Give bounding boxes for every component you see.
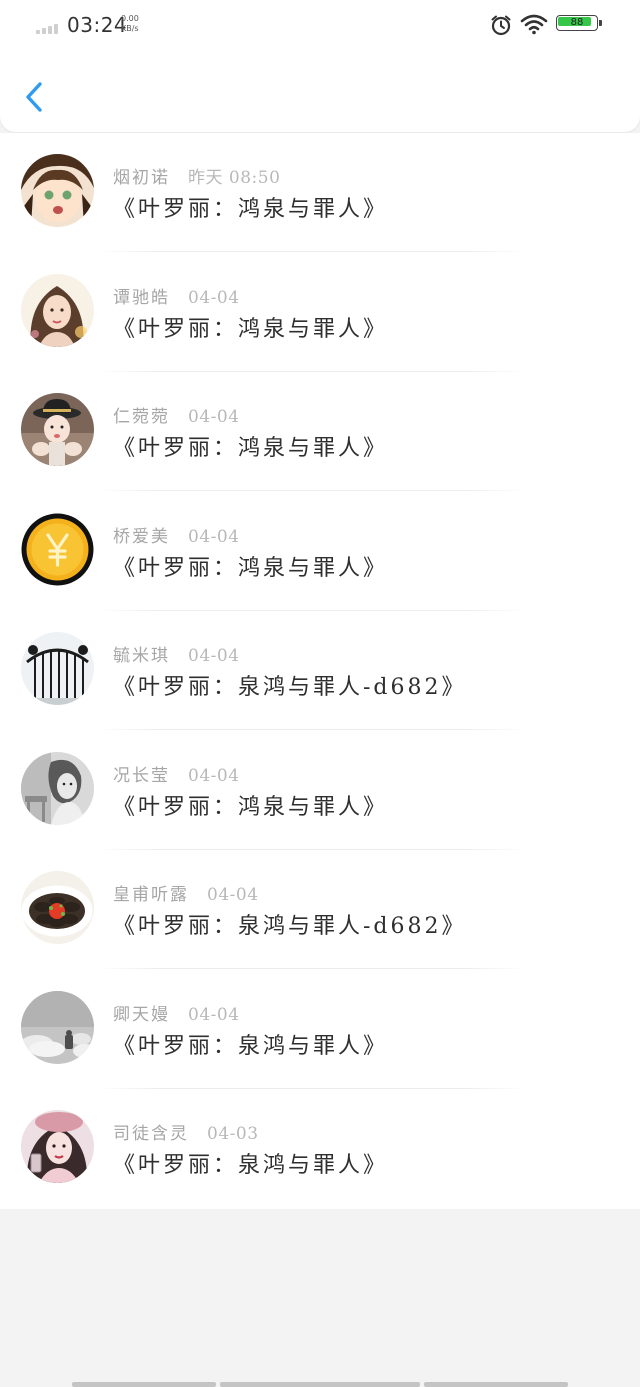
avatar[interactable] [21,752,94,825]
sender-line: 烟初诺 昨天 08:50 [113,163,280,188]
sender-line: 仁菀菀 04-04 [113,402,240,427]
home-indicator-left [72,1382,216,1387]
message-title: 《叶罗丽：泉鸿与罪人》 [113,1034,389,1059]
sender-line: 司徒含灵 04-03 [113,1119,259,1144]
sender-line: 桥爱美 04-04 [113,522,240,547]
chevron-left-icon [26,82,42,112]
message-title: 《叶罗丽：泉鸿与罪人》 [113,1153,389,1178]
message-title: 《叶罗丽：泉鸿与罪人-d682》 [113,914,467,939]
message-row[interactable]: 烟初诺 昨天 08:50 《叶罗丽：鸿泉与罪人》 [0,133,640,252]
message-timestamp: 04-04 [188,527,240,547]
home-indicator-center [220,1382,420,1387]
sender-name: 仁菀菀 [113,407,170,427]
sender-name: 卿天嫚 [113,1005,170,1025]
message-row[interactable]: 况长莹 04-04 《叶罗丽：鸿泉与罪人》 [0,731,640,850]
row-divider [96,968,528,969]
avatar[interactable] [21,632,94,705]
row-divider [96,490,528,491]
message-timestamp: 04-04 [188,646,240,666]
sender-line: 谭驰皓 04-04 [113,283,240,308]
sender-name: 烟初诺 [113,168,170,188]
battery-percent: 88 [570,17,584,28]
message-title: 《叶罗丽：鸿泉与罪人》 [113,556,389,581]
message-timestamp: 04-04 [188,407,240,427]
back-button[interactable] [20,78,50,116]
message-list: 烟初诺 昨天 08:50 《叶罗丽：鸿泉与罪人》 谭驰皓 04-04 《叶罗丽：鸿泉与罪人… [0,133,640,1209]
message-row[interactable]: 皇甫听露 04-04 《叶罗丽：泉鸿与罪人-d682》 [0,850,640,969]
avatar[interactable] [21,1110,94,1183]
avatar[interactable] [21,991,94,1064]
sender-line: 毓米琪 04-04 [113,641,240,666]
alarm-clock-icon [491,15,511,36]
message-timestamp: 04-04 [188,766,240,786]
sender-line: 卿天嫚 04-04 [113,1000,240,1025]
sender-name: 皇甫听露 [113,885,189,905]
message-timestamp: 04-04 [207,885,259,905]
home-indicator-right [424,1382,568,1387]
message-row[interactable]: 谭驰皓 04-04 《叶罗丽：鸿泉与罪人》 [0,253,640,372]
sender-name: 桥爱美 [113,527,170,547]
message-timestamp: 04-04 [188,1005,240,1025]
battery-icon: 88 [556,15,602,33]
message-title: 《叶罗丽：鸿泉与罪人》 [113,197,389,222]
sender-line: 皇甫听露 04-04 [113,880,259,905]
row-divider [96,729,528,730]
status-bar: 03:24 0.00 KB/s 88 [0,0,640,52]
network-speed-unit: KB/s [121,24,139,33]
message-row[interactable]: 司徒含灵 04-03 《叶罗丽：泉鸿与罪人》 [0,1089,640,1208]
message-row[interactable]: 仁菀菀 04-04 《叶罗丽：鸿泉与罪人》 [0,372,640,491]
message-timestamp: 昨天 08:50 [188,168,281,188]
status-time: 03:24 [67,13,128,37]
avatar[interactable] [21,154,94,227]
network-speed: 0.00 KB/s [121,14,139,34]
message-timestamp: 04-04 [188,288,240,308]
message-row[interactable]: 桥爱美 04-04 《叶罗丽：鸿泉与罪人》 [0,492,640,611]
sender-name: 司徒含灵 [113,1124,189,1144]
signal-icon [36,22,62,34]
avatar[interactable] [21,393,94,466]
message-title: 《叶罗丽：泉鸿与罪人-d682》 [113,675,467,700]
message-title: 《叶罗丽：鸿泉与罪人》 [113,436,389,461]
avatar[interactable] [21,513,94,586]
top-header: 03:24 0.00 KB/s 88 [0,0,640,132]
sender-name: 毓米琪 [113,646,170,666]
message-row[interactable]: 卿天嫚 04-04 《叶罗丽：泉鸿与罪人》 [0,970,640,1089]
avatar[interactable] [21,274,94,347]
sender-line: 况长莹 04-04 [113,761,240,786]
row-divider [96,251,528,252]
message-row[interactable]: 毓米琪 04-04 《叶罗丽：泉鸿与罪人-d682》 [0,611,640,730]
message-title: 《叶罗丽：鸿泉与罪人》 [113,795,389,820]
avatar[interactable] [21,871,94,944]
wifi-icon [520,14,548,35]
message-title: 《叶罗丽：鸿泉与罪人》 [113,317,389,342]
sender-name: 况长莹 [113,766,170,786]
message-timestamp: 04-03 [207,1124,259,1144]
network-speed-value: 0.00 [121,14,139,23]
sender-name: 谭驰皓 [113,288,170,308]
